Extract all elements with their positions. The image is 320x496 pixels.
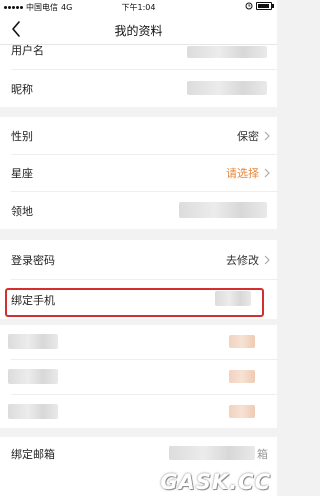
- watermark: GASK.CC: [160, 470, 271, 494]
- row-username[interactable]: 用户名: [0, 44, 277, 69]
- username-value-blurred: [187, 46, 267, 58]
- nickname-label: 昵称: [11, 83, 33, 96]
- chevron-right-icon: [264, 168, 270, 178]
- gender-value: 保密: [237, 130, 259, 143]
- row-territory[interactable]: 领地: [0, 192, 277, 229]
- chevron-right-icon: [264, 131, 270, 141]
- blurred-label-1: [8, 334, 58, 349]
- login-password-value: 去修改: [226, 254, 259, 267]
- bind-email-value-suffix: 箱: [257, 448, 268, 461]
- battery-icon: [256, 2, 274, 10]
- zodiac-label: 星座: [11, 167, 33, 180]
- bind-email-value-blurred: [169, 446, 255, 460]
- profile-group-blurred: [0, 325, 277, 428]
- row-blurred-2[interactable]: [0, 360, 277, 394]
- highlight-box: [5, 288, 264, 317]
- blurred-value-3: [229, 405, 255, 418]
- zodiac-value: 请选择: [226, 167, 259, 180]
- row-bind-email[interactable]: 绑定邮箱 箱: [0, 437, 277, 471]
- nav-bar: 我的资料: [0, 14, 277, 45]
- row-login-password[interactable]: 登录密码 去修改: [0, 240, 277, 279]
- username-label: 用户名: [11, 44, 44, 57]
- blurred-value-1: [229, 335, 255, 348]
- page-title: 我的资料: [114, 24, 163, 38]
- nickname-value-blurred: [187, 81, 267, 95]
- territory-label: 领地: [11, 205, 33, 218]
- alarm-icon: [245, 2, 253, 10]
- blurred-label-2: [8, 369, 58, 384]
- bind-email-label: 绑定邮箱: [11, 448, 55, 461]
- login-password-label: 登录密码: [11, 254, 55, 267]
- gender-label: 性别: [11, 130, 33, 143]
- status-time: 下午1:04: [121, 3, 156, 12]
- status-bar: 中国电信 4G 下午1:04: [0, 0, 277, 14]
- row-nickname[interactable]: 昵称: [0, 70, 277, 106]
- territory-value-blurred: [179, 202, 267, 218]
- blurred-label-3: [8, 404, 58, 419]
- row-blurred-1[interactable]: [0, 325, 277, 359]
- blurred-value-2: [229, 370, 255, 383]
- row-blurred-3[interactable]: [0, 395, 277, 428]
- row-gender[interactable]: 性别 保密: [0, 117, 277, 154]
- chevron-right-icon: [264, 255, 270, 265]
- profile-group-details: 性别 保密 星座 请选择 领地: [0, 117, 277, 229]
- row-zodiac[interactable]: 星座 请选择: [0, 155, 277, 191]
- profile-group-basic: 用户名 昵称: [0, 44, 277, 107]
